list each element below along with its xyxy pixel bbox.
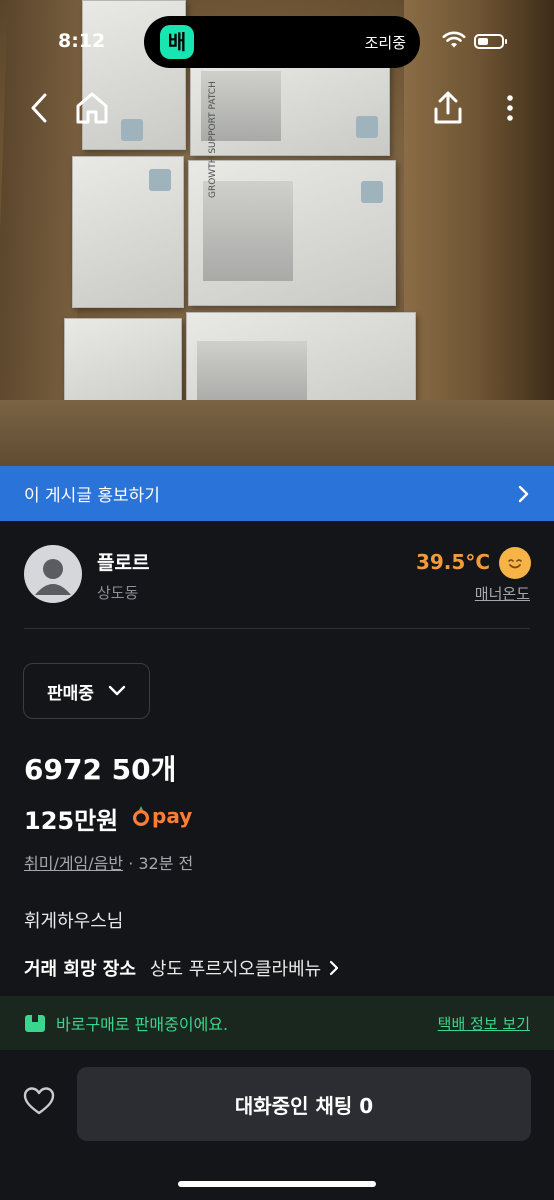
like-button[interactable] xyxy=(23,1086,55,1120)
default-profile-icon xyxy=(35,559,71,595)
seller-avatar[interactable] xyxy=(24,545,82,603)
package-bottom-right xyxy=(186,312,416,412)
promote-post-label: 이 게시글 홍보하기 xyxy=(24,486,160,506)
heart-icon xyxy=(23,1087,55,1115)
status-bar: 8:12 배 조리중 xyxy=(0,0,554,80)
item-meta: 취미/게임/음반 · 32분 전 xyxy=(24,850,193,874)
smile-face-icon xyxy=(499,547,531,579)
chat-button-label: 대화중인 채팅 0 xyxy=(234,1093,374,1118)
battery-icon xyxy=(474,34,507,49)
back-button[interactable] xyxy=(22,90,56,126)
share-icon xyxy=(434,91,462,124)
item-title: 6972 50개 xyxy=(24,753,177,786)
direct-purchase-text: 바로구매로 판매중이에요. xyxy=(56,1015,229,1034)
seller-name[interactable]: 플로르 xyxy=(97,548,149,575)
clock: 8:12 xyxy=(58,30,106,52)
karrot-pay-icon xyxy=(132,806,150,827)
chevron-right-icon xyxy=(518,485,529,502)
package-middle-left xyxy=(72,156,184,308)
item-description: 휘게하우스님 xyxy=(24,911,124,932)
parcel-box-icon xyxy=(25,1015,45,1032)
preferred-place-value: 상도 푸르지오클라베뉴 xyxy=(149,959,322,980)
package-label: GROWTH SUPPORT PATCH xyxy=(208,81,218,198)
sale-status-dropdown[interactable]: 판매중 xyxy=(23,663,150,719)
promote-post-banner[interactable]: 이 게시글 홍보하기 xyxy=(0,466,554,521)
karrot-pay-badge: pay xyxy=(132,804,192,828)
share-button[interactable] xyxy=(430,88,466,128)
preferred-place-label: 거래 희망 장소 xyxy=(24,959,136,980)
home-button[interactable] xyxy=(72,88,112,128)
chat-button[interactable]: 대화중인 채팅 0 xyxy=(77,1067,531,1141)
seller-location: 상도동 xyxy=(97,584,139,602)
section-divider xyxy=(24,628,530,629)
home-indicator[interactable] xyxy=(178,1181,376,1187)
manner-temperature-link[interactable]: 매너온도 xyxy=(475,583,530,604)
delivery-info-link[interactable]: 택배 정보 보기 xyxy=(438,1013,530,1034)
chevron-down-icon xyxy=(108,685,126,696)
item-price: 125만원 xyxy=(24,807,119,835)
direct-purchase-notice: 바로구매로 판매중이에요. 택배 정보 보기 xyxy=(0,996,554,1050)
preferred-place-row[interactable]: 거래 희망 장소 상도 푸르지오클라베뉴 xyxy=(24,955,339,981)
baemin-logo-icon: 배 xyxy=(160,25,194,59)
more-vertical-icon xyxy=(507,95,513,121)
pay-label: pay xyxy=(152,804,193,828)
island-status-text: 조리중 xyxy=(364,34,406,52)
back-arrow-icon xyxy=(31,93,47,123)
package-center xyxy=(188,160,396,306)
manner-temperature: 39.5°C xyxy=(415,550,490,574)
box-bottom-edge xyxy=(0,400,554,466)
posted-time: · 32분 전 xyxy=(128,854,194,873)
sale-status-label: 판매중 xyxy=(47,683,94,704)
dynamic-island[interactable]: 배 조리중 xyxy=(144,16,420,68)
wifi-icon xyxy=(442,31,466,48)
item-category-link[interactable]: 취미/게임/음반 xyxy=(24,854,123,873)
chevron-right-icon xyxy=(330,960,339,976)
more-button[interactable] xyxy=(498,90,522,126)
home-icon xyxy=(76,92,108,124)
